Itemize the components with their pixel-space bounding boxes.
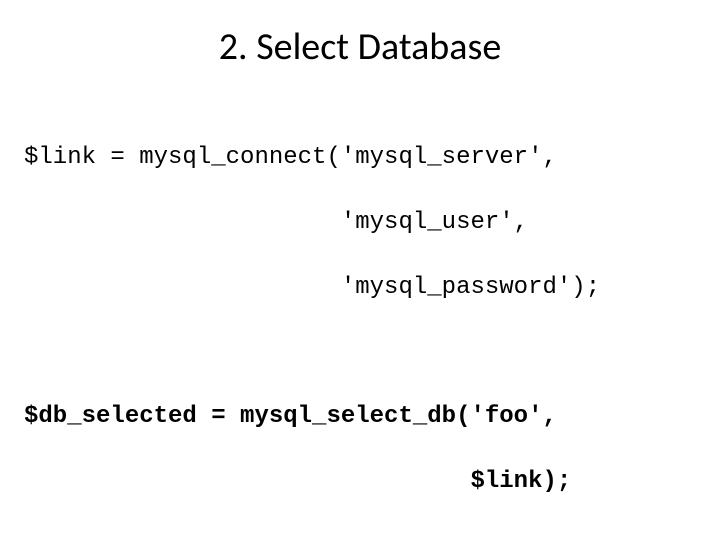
code-line: $link = mysql_connect('mysql_server', (24, 142, 720, 174)
slide-title: 2. Select Database (0, 24, 720, 70)
code-block: $link = mysql_connect('mysql_server', 'm… (0, 110, 720, 531)
code-line-bold: $db_selected = mysql_select_db('foo', (24, 401, 720, 433)
code-line: 'mysql_user', (24, 207, 720, 239)
code-line-bold: $link); (24, 466, 720, 498)
code-line: 'mysql_password'); (24, 272, 720, 304)
